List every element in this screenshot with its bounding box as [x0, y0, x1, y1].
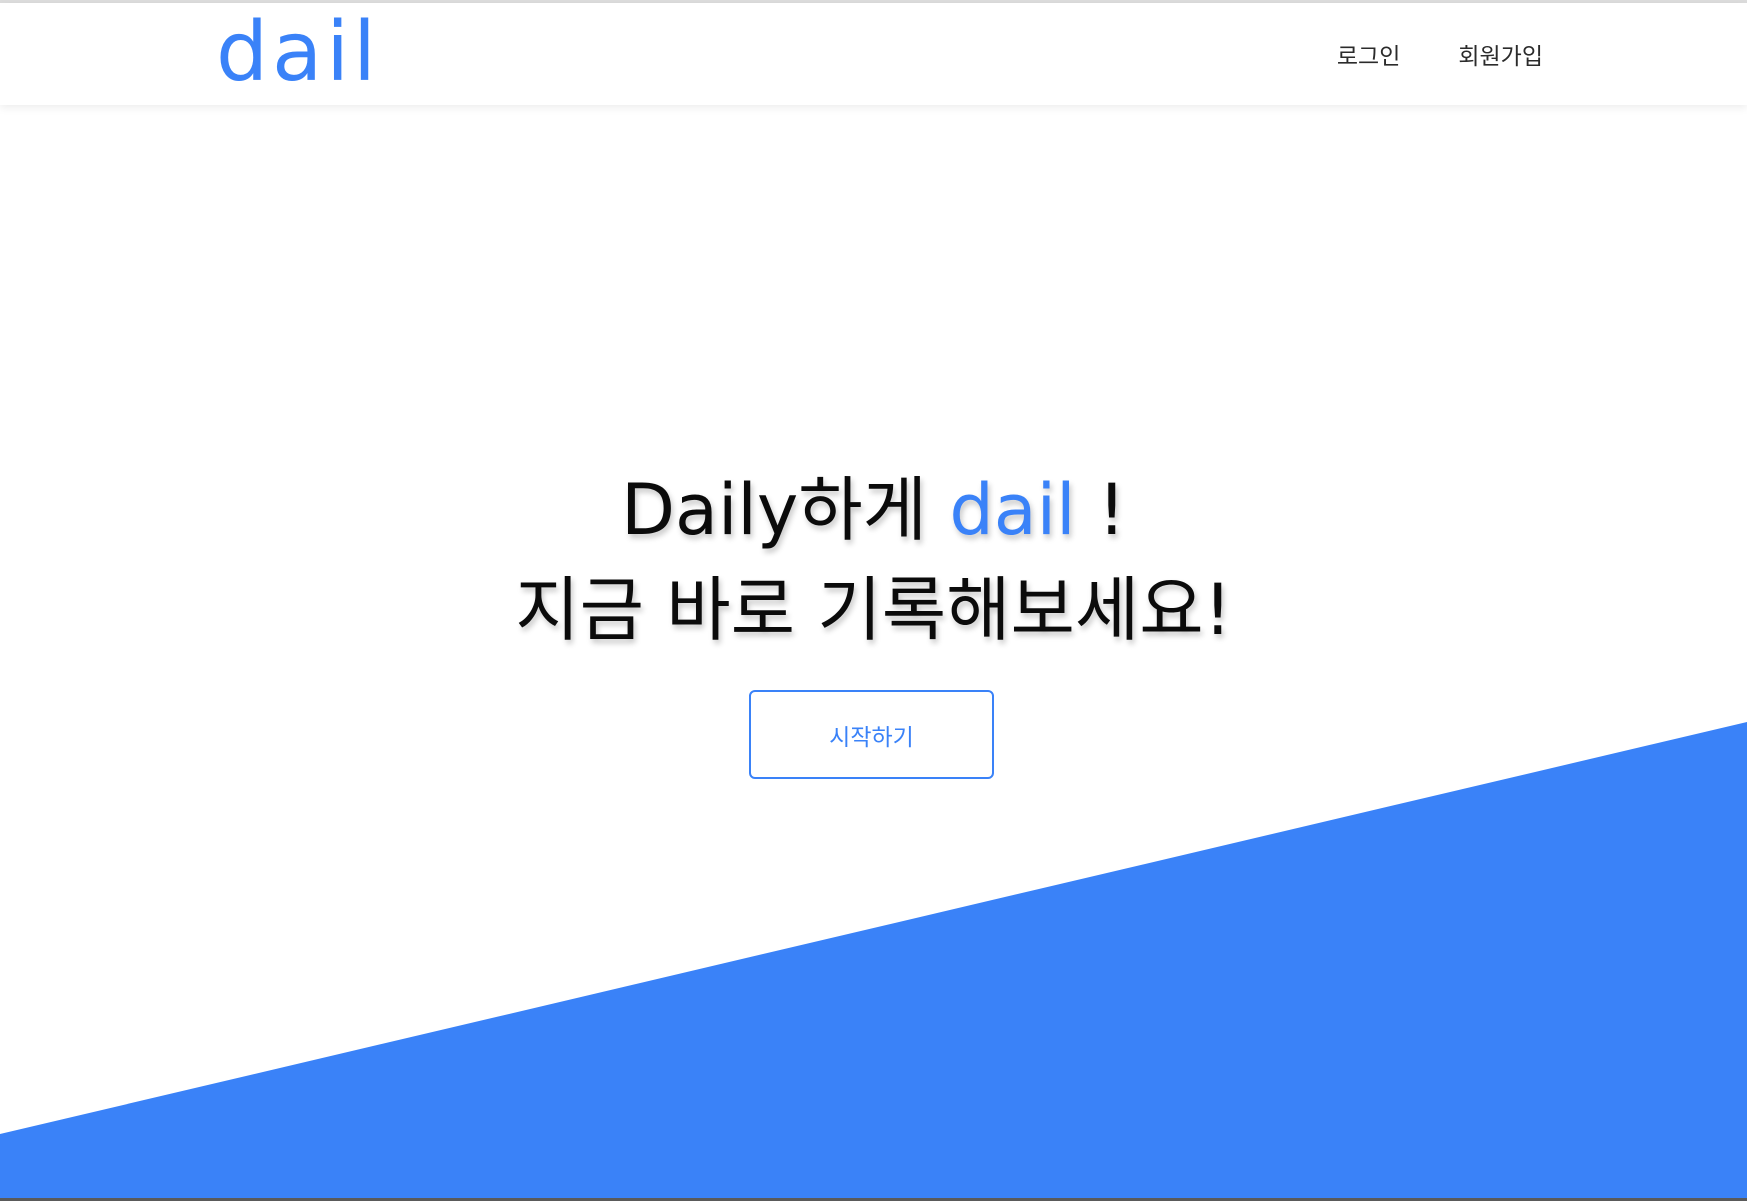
hero-line1-suffix: !: [1075, 469, 1126, 551]
hero-brand-accent: dail: [949, 469, 1076, 551]
login-link[interactable]: 로그인: [1337, 37, 1400, 71]
cta-container: 시작하기: [749, 690, 994, 779]
hero-section: Daily하게 dail ! 지금 바로 기록해보세요!: [0, 460, 1747, 660]
hero-headline-line1: Daily하게 dail !: [0, 460, 1747, 560]
site-logo[interactable]: dail: [216, 5, 380, 101]
hero-headline-line2: 지금 바로 기록해보세요!: [515, 569, 1232, 651]
top-navbar: dail 로그인 회원가입: [0, 3, 1747, 105]
diagonal-blue-shape: [0, 722, 1747, 1201]
signup-link[interactable]: 회원가입: [1458, 37, 1543, 71]
hero-line1-prefix: Daily하게: [621, 469, 950, 551]
start-button[interactable]: 시작하기: [749, 690, 994, 779]
nav-links: 로그인 회원가입: [1337, 37, 1543, 71]
landing-page: dail 로그인 회원가입 Daily하게 dail ! 지금 바로 기록해보세…: [0, 0, 1747, 1201]
